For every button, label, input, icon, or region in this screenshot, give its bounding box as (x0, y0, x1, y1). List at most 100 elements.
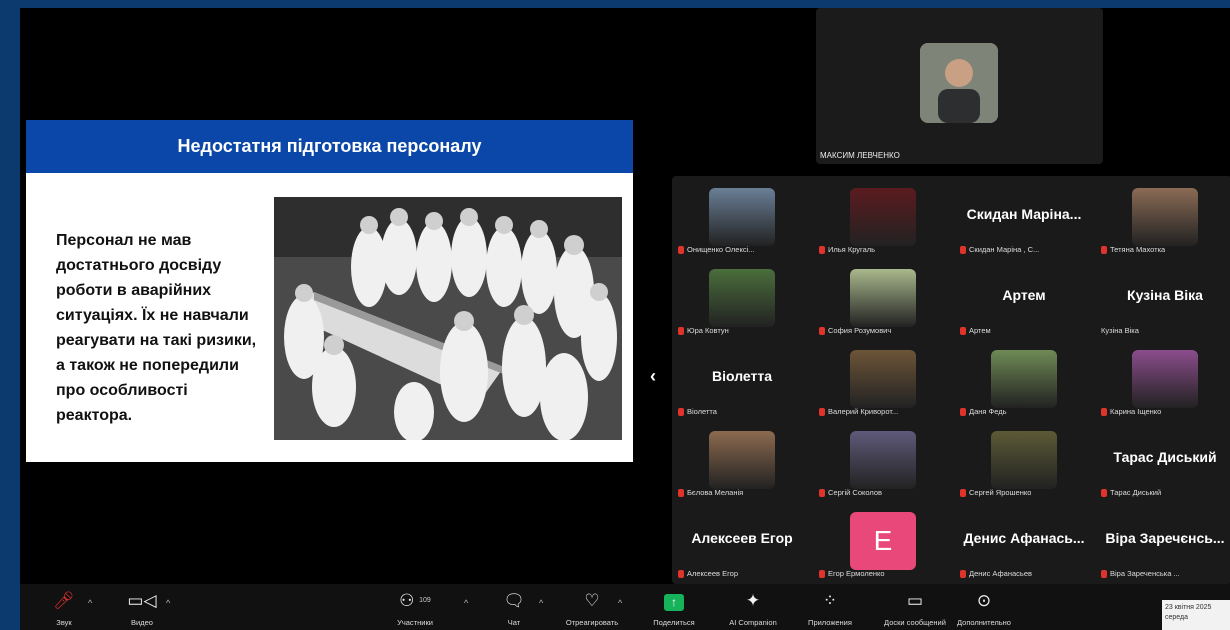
participant-tile[interactable]: Карина Іщенко (1095, 342, 1230, 422)
participant-label: Бєлова Меланія (678, 488, 743, 497)
participant-tile[interactable]: Денис Афанась... Денис Афанасьев (954, 504, 1094, 584)
participants-button[interactable]: ⚇ 109 Участники (370, 590, 460, 627)
slide-photo (274, 197, 622, 440)
participant-name: Тетяна Махотка (1110, 245, 1166, 254)
participant-name: Даня Федь (969, 407, 1007, 416)
mic-muted-icon (819, 488, 825, 497)
participant-name: София Розумович (828, 326, 892, 335)
participant-tile[interactable]: E Егор Ермоленко (813, 504, 953, 584)
mic-muted-icon (960, 326, 966, 335)
participant-label: Карина Іщенко (1101, 407, 1161, 416)
chat-button[interactable]: 🗨︎ Чат (474, 590, 554, 627)
speaker-video[interactable]: МАКСИМ ЛЕВЧЕНКО (816, 8, 1103, 164)
participant-name: Егор Ермоленко (828, 569, 885, 578)
participant-tile[interactable]: Артем Артем (954, 261, 1094, 341)
participant-video (850, 431, 916, 489)
participant-label: Тетяна Махотка (1101, 245, 1165, 254)
participant-display-name: Денис Афанась... (963, 530, 1085, 546)
participant-tile[interactable]: София Розумович (813, 261, 953, 341)
ai-sparkle-icon: ✦ (745, 591, 761, 610)
participant-display-name: Віра Заречєнсь... (1105, 530, 1225, 546)
participant-name: Тарас Диський (1110, 488, 1162, 497)
participant-tile[interactable]: Юра Ковтун (672, 261, 812, 341)
participant-video (1132, 350, 1198, 408)
participant-label: Денис Афанасьев (960, 569, 1032, 578)
mic-muted-icon (1101, 488, 1107, 497)
video-button[interactable]: ▭◁ Видео (102, 590, 182, 627)
shared-slide: Недостатня підготовка персоналу Персонал… (26, 120, 633, 462)
sound-options-caret[interactable]: ^ (88, 598, 92, 608)
participant-label: Алексеев Егор (678, 569, 738, 578)
video-options-caret[interactable]: ^ (166, 598, 170, 608)
slide-title: Недостатня підготовка персоналу (26, 120, 633, 173)
participant-video (850, 350, 916, 408)
participant-tile[interactable]: Тарас Диський Тарас Диський (1095, 423, 1230, 503)
participant-tile[interactable]: Віра Заречєнсь... Віра Зареченська ... (1095, 504, 1230, 584)
participant-video (850, 188, 916, 246)
mic-muted-icon (960, 569, 966, 578)
window-top-strip (20, 0, 1230, 8)
participant-video (1132, 188, 1198, 246)
participant-tile[interactable]: Сергей Ярошенко (954, 423, 1094, 503)
participant-tile[interactable]: Валерий Криворот... (813, 342, 953, 422)
participant-tile[interactable]: Илья Кругаль (813, 180, 953, 260)
participants-options-caret[interactable]: ^ (464, 598, 468, 608)
participant-tile[interactable]: Кузіна Віка Кузіна Віка (1095, 261, 1230, 341)
share-button[interactable]: ↑ Поделиться (634, 590, 714, 627)
participant-tile[interactable]: Тетяна Махотка (1095, 180, 1230, 260)
participant-name: Кузіна Віка (1101, 326, 1139, 335)
participant-display-name: Тарас Диський (1113, 449, 1217, 465)
participant-video (709, 188, 775, 246)
meeting-window: Недостатня підготовка персоналу Персонал… (20, 8, 1230, 630)
chevron-left-icon[interactable]: ‹ (650, 366, 656, 387)
participant-tile[interactable]: Онищенко Олексі... (672, 180, 812, 260)
participant-label: Юра Ковтун (678, 326, 729, 335)
participant-label: Даня Федь (960, 407, 1007, 416)
participants-count: 109 (419, 597, 431, 604)
participant-display-name: Скидан Маріна... (966, 206, 1082, 222)
react-options-caret[interactable]: ^ (618, 598, 622, 608)
sound-button[interactable]: 🎤︎ Звук (24, 590, 104, 627)
participant-tile[interactable]: Алексеев Егор Алексеев Егор (672, 504, 812, 584)
participant-name: Бєлова Меланія (687, 488, 744, 497)
participant-video (709, 431, 775, 489)
participant-tile[interactable]: Сергій Соколов (813, 423, 953, 503)
participant-video (991, 350, 1057, 408)
mic-muted-icon (819, 569, 825, 578)
apps-icon: ⁘ (822, 591, 838, 610)
react-button[interactable]: ♡ Отреагировать (552, 590, 632, 627)
more-icon: ⊙ (976, 591, 992, 610)
mic-muted-icon (960, 245, 966, 254)
apps-button[interactable]: ⁘ Приложения (790, 590, 870, 627)
ai-companion-button[interactable]: ✦ AI Companion (713, 590, 793, 627)
participant-label: Онищенко Олексі... (678, 245, 755, 254)
participants-icon: ⚇ (399, 591, 415, 610)
participant-name: Онищенко Олексі... (687, 245, 755, 254)
mic-muted-icon (819, 326, 825, 335)
participant-display-name: Алексеев Егор (691, 530, 793, 546)
mic-muted-icon (678, 488, 684, 497)
participant-label: Скидан Маріна , С... (960, 245, 1039, 254)
participant-label: Віолетта (678, 407, 717, 416)
participant-tile[interactable]: Скидан Маріна... Скидан Маріна , С... (954, 180, 1094, 260)
mic-muted-icon (1101, 569, 1107, 578)
participant-tile[interactable]: Даня Федь (954, 342, 1094, 422)
clock-day: середа (1165, 614, 1189, 621)
mic-muted-icon (678, 326, 684, 335)
taskbar-clock[interactable]: 23 квітня 2025 середа (1162, 600, 1230, 630)
participant-initial-avatar: E (850, 512, 916, 570)
more-button[interactable]: ⊙ Дополнительно (944, 590, 1024, 627)
participant-label: Кузіна Віка (1101, 326, 1139, 335)
mic-muted-icon (960, 407, 966, 416)
meeting-toolbar: 🎤︎ Звук ^ ▭◁ Видео ^ ⚇ 109 Участники ^ 🗨… (20, 584, 1230, 630)
chat-options-caret[interactable]: ^ (539, 598, 543, 608)
mic-muted-icon (678, 569, 684, 578)
mic-muted-icon (1101, 407, 1107, 416)
participant-name: Артем (969, 326, 991, 335)
participant-display-name: Віолетта (711, 368, 772, 384)
participant-tile[interactable]: Віолетта Віолетта (672, 342, 812, 422)
participant-name: Сергей Ярошенко (969, 488, 1032, 497)
participant-label: София Розумович (819, 326, 891, 335)
participant-tile[interactable]: Бєлова Меланія (672, 423, 812, 503)
participant-name: Юра Ковтун (687, 326, 729, 335)
